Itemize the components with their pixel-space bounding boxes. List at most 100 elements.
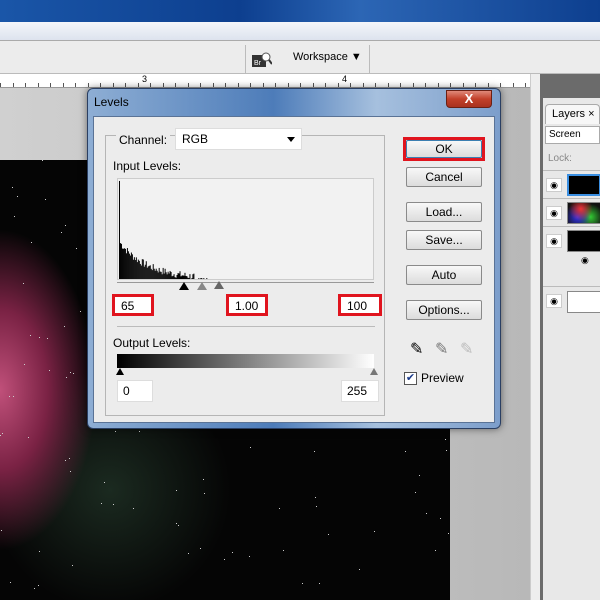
histogram-bar (166, 274, 168, 279)
ruler-tick (462, 83, 464, 87)
dialog-title: Levels (94, 95, 129, 109)
ok-button[interactable]: OK (406, 140, 482, 158)
star (0, 434, 2, 436)
svg-text:Br: Br (254, 60, 262, 67)
ruler-tick (350, 83, 351, 87)
histogram-bar (167, 271, 169, 279)
star (435, 549, 437, 551)
input-white-field[interactable]: 100 (338, 294, 382, 316)
ruler-tick (137, 83, 139, 87)
auto-button[interactable]: Auto (406, 265, 482, 285)
star (30, 241, 32, 243)
white-point-slider[interactable] (214, 281, 224, 289)
histogram-bar (120, 243, 122, 279)
channel-select[interactable]: RGB (175, 128, 302, 150)
histogram-bar (131, 254, 133, 279)
star (139, 430, 141, 432)
histogram-bar (157, 272, 159, 279)
histogram-bar (160, 271, 162, 279)
output-white-slider[interactable] (370, 368, 378, 375)
histogram-bar (172, 275, 174, 279)
histogram-bar (149, 265, 151, 279)
ruler-label: 3 (142, 74, 148, 84)
cancel-button[interactable]: Cancel (406, 167, 482, 187)
separator (245, 45, 246, 73)
layer-row[interactable]: ◉ (543, 170, 600, 198)
star (49, 370, 51, 372)
save-button[interactable]: Save... (406, 230, 482, 250)
workspace-menu[interactable]: Workspace ▼ (293, 51, 362, 63)
black-eyedropper-icon[interactable]: ✎ (410, 339, 423, 359)
channel-label: Channel: (116, 133, 171, 147)
ruler-tick (387, 83, 389, 87)
ruler-tick (412, 83, 414, 87)
histogram-bar (188, 278, 190, 279)
ruler-label: 4 (342, 74, 348, 84)
layer-row[interactable]: ◉ (543, 198, 600, 226)
gray-eyedropper-icon[interactable]: ✎ (435, 339, 448, 359)
blend-mode-select[interactable]: Screen (545, 126, 600, 144)
layer-row[interactable]: ◉ (543, 286, 600, 316)
star (65, 377, 67, 379)
gamma-slider[interactable] (197, 282, 207, 290)
star (38, 550, 40, 552)
histogram-bar (139, 263, 141, 279)
white-eyedropper-icon[interactable]: ✎ (460, 339, 473, 359)
eye-icon[interactable]: ◉ (546, 294, 562, 308)
histogram-bar (174, 277, 176, 279)
star (204, 493, 206, 495)
layer-row[interactable]: ◉ ◉ (543, 226, 600, 286)
histogram-bar (175, 277, 177, 279)
ruler-tick (512, 83, 514, 87)
eye-icon[interactable]: ◉ (546, 206, 562, 220)
eye-icon[interactable]: ◉ (581, 255, 589, 266)
layer-thumbnail (567, 202, 600, 224)
eye-icon[interactable]: ◉ (546, 234, 562, 248)
output-levels-label: Output Levels: (113, 336, 191, 350)
star (47, 338, 49, 340)
star (319, 583, 321, 585)
menu-strip (0, 22, 600, 41)
star (133, 507, 135, 509)
histogram-bar (137, 259, 139, 279)
histogram-bar (135, 257, 137, 279)
vertical-scrollbar[interactable] (530, 74, 540, 600)
ruler-tick (400, 83, 401, 87)
tab-layers[interactable]: Layers × (545, 104, 600, 124)
star (313, 450, 315, 452)
ruler-tick (125, 83, 126, 87)
output-black-field[interactable]: 0 (117, 380, 153, 402)
bridge-icon[interactable]: Br (252, 51, 272, 67)
star (232, 551, 234, 553)
load-button[interactable]: Load... (406, 202, 482, 222)
star (249, 447, 251, 449)
star (439, 518, 441, 520)
star (301, 582, 303, 584)
star (41, 160, 43, 162)
star (1, 432, 3, 434)
histogram-bar (134, 260, 136, 279)
eye-icon[interactable]: ◉ (546, 178, 562, 192)
star (175, 523, 177, 525)
input-black-field[interactable]: 65 (112, 294, 154, 316)
star (202, 478, 204, 480)
close-button[interactable]: X (446, 90, 492, 108)
output-white-field[interactable]: 255 (341, 380, 379, 402)
output-black-slider[interactable] (116, 368, 124, 375)
black-point-slider[interactable] (179, 282, 189, 290)
star (176, 490, 178, 492)
input-gamma-field[interactable]: 1.00 (226, 294, 268, 316)
star (63, 326, 65, 328)
histogram-bar (191, 278, 193, 279)
preview-checkbox[interactable]: ✔ (404, 372, 417, 385)
histogram-bar (138, 260, 140, 279)
star (404, 451, 406, 453)
star (278, 507, 280, 509)
histogram-bar (126, 248, 128, 279)
ruler-tick (37, 83, 39, 87)
histogram-bar (150, 268, 152, 279)
star (447, 533, 449, 535)
output-gradient (117, 354, 374, 368)
options-button[interactable]: Options... (406, 300, 482, 320)
star (415, 491, 417, 493)
